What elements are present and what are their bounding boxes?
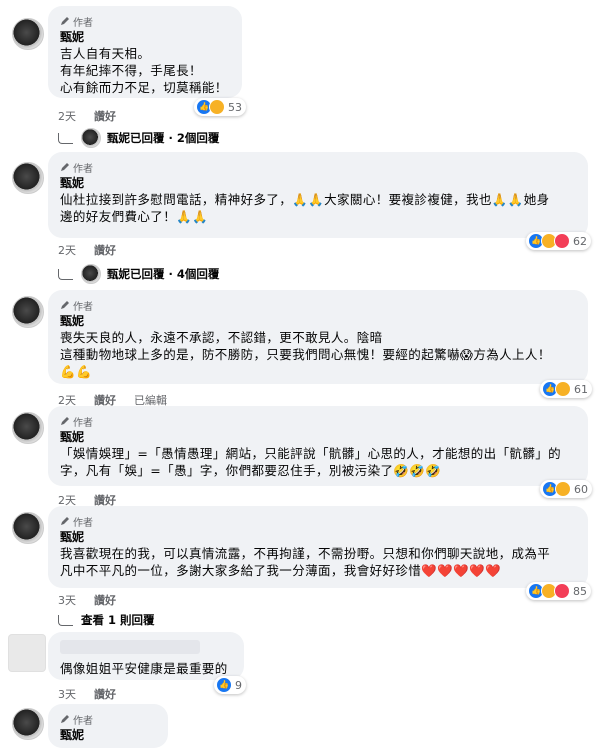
avatar[interactable] bbox=[12, 18, 44, 50]
author-name[interactable]: 甄妮 bbox=[60, 176, 576, 191]
comment-bubble: 作者 甄妮 「娛情娛理」=「愚情愚理」網站，只能評說「骯髒」心思的人，才能想的出… bbox=[48, 406, 588, 486]
reaction-count: 61 bbox=[574, 382, 588, 396]
avatar[interactable] bbox=[12, 296, 44, 328]
avatar[interactable] bbox=[12, 412, 44, 444]
reply-arrow-icon bbox=[58, 132, 73, 144]
reaction-summary[interactable]: 👍 62 bbox=[526, 232, 591, 250]
like-reaction-icon: 👍 bbox=[216, 677, 232, 693]
pencil-icon bbox=[61, 163, 69, 171]
comment-text: 喪失天良的人，永遠不承認，不認錯，更不敢見人。陰暗 這種動物地球上多的是，防不勝… bbox=[60, 330, 551, 379]
comment-meta: 2天 讚好 bbox=[58, 108, 116, 124]
reply-arrow-icon bbox=[58, 268, 73, 280]
avatar bbox=[81, 128, 101, 148]
view-replies-link[interactable]: 查看 1 則回覆 bbox=[58, 612, 155, 628]
comment-text: 仙杜拉接到許多慰問電話，精神好多了，🙏🙏大家關心！要複診複健，我也🙏🙏她身 邊的… bbox=[60, 192, 550, 224]
reaction-count: 53 bbox=[228, 100, 242, 114]
haha-reaction-icon bbox=[555, 381, 571, 397]
author-name[interactable]: 甄妮 bbox=[60, 728, 156, 743]
avatar[interactable] bbox=[8, 634, 46, 672]
comment-meta: 2天 讚好 bbox=[58, 242, 116, 258]
love-reaction-icon bbox=[554, 583, 570, 599]
comment-meta: 3天 讚好 bbox=[58, 686, 116, 702]
pencil-icon bbox=[61, 301, 69, 309]
like-button[interactable]: 讚好 bbox=[94, 686, 116, 702]
author-badge: 作者 bbox=[60, 414, 576, 429]
author-name[interactable]: 甄妮 bbox=[60, 30, 230, 45]
comment-text: 我喜歡現在的我，可以真情流露，不再拘謹，不需扮嘢。只想和你們聊天說地，成為平 凡… bbox=[60, 546, 551, 578]
reaction-summary[interactable]: 👍 9 bbox=[214, 676, 246, 694]
reply-arrow-icon bbox=[58, 614, 73, 626]
reaction-count: 9 bbox=[235, 678, 242, 692]
avatar[interactable] bbox=[12, 708, 44, 740]
author-badge: 作者 bbox=[60, 298, 576, 313]
avatar[interactable] bbox=[12, 162, 44, 194]
reaction-summary[interactable]: 👍 85 bbox=[526, 582, 591, 600]
like-button[interactable]: 讚好 bbox=[94, 242, 116, 258]
comment-bubble: 作者 甄妮 仙杜拉接到許多慰問電話，精神好多了，🙏🙏大家關心！要複診複健，我也🙏… bbox=[48, 152, 588, 238]
timestamp[interactable]: 2天 bbox=[58, 242, 76, 258]
comment-bubble: 作者 甄妮 喪失天良的人，永遠不承認，不認錯，更不敢見人。陰暗 這種動物地球上多… bbox=[48, 290, 588, 384]
reaction-summary[interactable]: 👍 53 bbox=[194, 98, 246, 116]
author-badge: 作者 bbox=[60, 712, 156, 727]
reaction-summary[interactable]: 👍 61 bbox=[540, 380, 592, 398]
pencil-icon bbox=[61, 417, 69, 425]
author-badge: 作者 bbox=[60, 160, 576, 175]
replies-link[interactable]: 甄妮已回覆 · 4個回覆 bbox=[58, 264, 219, 284]
comment-meta: 3天 讚好 bbox=[58, 592, 116, 608]
blurred-author-name bbox=[60, 640, 200, 654]
avatar bbox=[81, 264, 101, 284]
like-button[interactable]: 讚好 bbox=[94, 592, 116, 608]
timestamp[interactable]: 3天 bbox=[58, 592, 76, 608]
avatar[interactable] bbox=[12, 512, 44, 544]
comment-bubble: 偶像姐姐平安健康是最重要的 bbox=[48, 632, 244, 680]
haha-reaction-icon bbox=[555, 481, 571, 497]
comment-bubble: 作者 甄妮 我喜歡現在的我，可以真情流露，不再拘謹，不需扮嘢。只想和你們聊天說地… bbox=[48, 506, 588, 588]
author-name[interactable]: 甄妮 bbox=[60, 430, 576, 445]
comment-text: 偶像姐姐平安健康是最重要的 bbox=[60, 661, 228, 676]
reaction-summary[interactable]: 👍 60 bbox=[540, 480, 592, 498]
timestamp[interactable]: 2天 bbox=[58, 108, 76, 124]
pencil-icon bbox=[61, 517, 69, 525]
replies-link[interactable]: 甄妮已回覆 · 2個回覆 bbox=[58, 128, 219, 148]
comment-bubble: 作者 甄妮 吉人自有天相。 有年紀摔不得，手尾長！ 心有餘而力不足，切莫稱能！ bbox=[48, 6, 242, 98]
reaction-count: 85 bbox=[573, 584, 587, 598]
like-button[interactable]: 讚好 bbox=[94, 108, 116, 124]
author-badge: 作者 bbox=[60, 514, 576, 529]
comment-text: 「娛情娛理」=「愚情愚理」網站，只能評說「骯髒」心思的人，才能想的出「骯髒」的 … bbox=[60, 446, 562, 478]
love-reaction-icon bbox=[554, 233, 570, 249]
haha-reaction-icon bbox=[209, 99, 225, 115]
author-name[interactable]: 甄妮 bbox=[60, 530, 576, 545]
pencil-icon bbox=[61, 715, 69, 723]
author-badge: 作者 bbox=[60, 14, 230, 29]
author-name[interactable]: 甄妮 bbox=[60, 314, 576, 329]
reaction-count: 62 bbox=[573, 234, 587, 248]
timestamp[interactable]: 3天 bbox=[58, 686, 76, 702]
pencil-icon bbox=[61, 17, 69, 25]
comment-bubble: 作者 甄妮 bbox=[48, 704, 168, 748]
reaction-count: 60 bbox=[574, 482, 588, 496]
comment-text: 吉人自有天相。 有年紀摔不得，手尾長！ 心有餘而力不足，切莫稱能！ bbox=[60, 46, 228, 95]
